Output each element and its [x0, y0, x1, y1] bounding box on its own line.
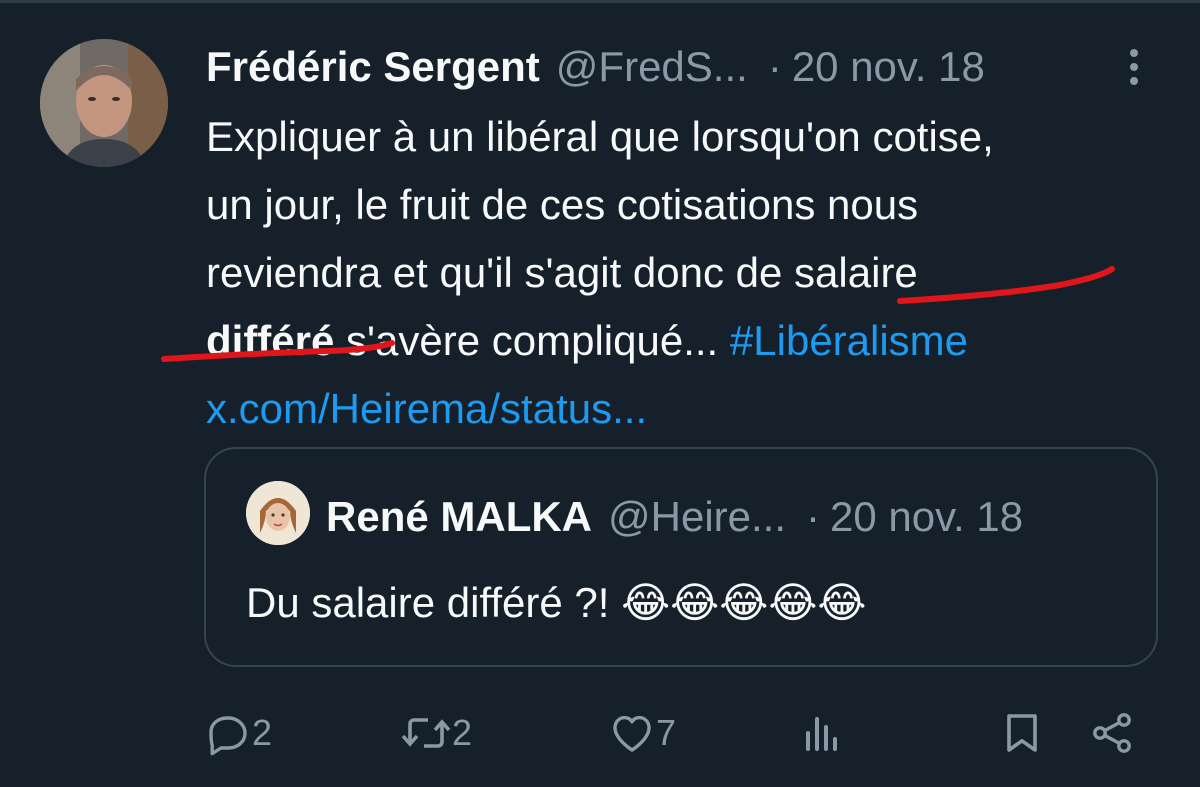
quoted-header: René MALKA @Heire... · 20 nov. 18 [326, 493, 1023, 541]
views-icon [806, 717, 837, 751]
bold-word: différé [206, 317, 335, 364]
author-avatar[interactable] [40, 39, 168, 167]
repost-icon [401, 718, 451, 748]
repost-count: 2 [452, 712, 473, 753]
like-count: 7 [656, 712, 677, 753]
author-name[interactable]: Frédéric Sergent [206, 43, 540, 91]
repost-button[interactable]: 2 [400, 703, 472, 763]
like-icon [613, 715, 651, 752]
separator-dot: · [806, 493, 821, 540]
more-icon[interactable] [1122, 47, 1146, 87]
views-button[interactable] [798, 703, 846, 763]
quoted-date: 20 nov. 18 [830, 493, 1024, 540]
bookmark-button[interactable] [998, 703, 1046, 763]
quoted-text: Du salaire différé ?! 😂😂😂😂😂 [246, 579, 867, 626]
tweet-screen: Frédéric Sergent @FredS... · 20 nov. 18 … [0, 0, 1200, 787]
quoted-author-handle: @Heire... [608, 493, 787, 540]
tweet-date[interactable]: 20 nov. 18 [792, 43, 985, 91]
reply-count: 2 [252, 712, 273, 753]
tweet-text-segment: s'avère compliqué... [334, 317, 730, 364]
tweet-text-line: reviendra et qu'il s'agit donc de salair… [206, 249, 918, 296]
bookmark-icon [1007, 714, 1037, 752]
tweet-text-line: Expliquer à un libéral que lorsqu'on cot… [206, 113, 994, 160]
quoted-url-link[interactable]: x.com/Heirema/status... [206, 375, 1156, 443]
quoted-author-name: René MALKA [326, 493, 593, 540]
hashtag-link[interactable]: #Libéralisme [730, 317, 968, 364]
tweet-text-line: différé s'avère compliqué... #Libéralism… [206, 307, 1156, 375]
tweet-body: Expliquer à un libéral que lorsqu'on cot… [206, 103, 1156, 443]
quoted-author-avatar [246, 481, 310, 545]
tweet-text-line: un jour, le fruit de ces cotisations nou… [206, 181, 919, 228]
reply-button[interactable]: 2 [204, 703, 272, 763]
reply-icon [209, 716, 247, 756]
separator-dot: · [767, 43, 782, 90]
like-button[interactable]: 7 [608, 703, 676, 763]
tweet-header: Frédéric Sergent @FredS... · 20 nov. 18 [206, 43, 985, 91]
author-handle[interactable]: @FredS... [556, 43, 748, 91]
tweet-actions: 2 2 7 [204, 703, 1144, 763]
share-button[interactable] [1088, 703, 1136, 763]
quoted-tweet[interactable]: René MALKA @Heire... · 20 nov. 18 Du sal… [204, 447, 1158, 667]
share-icon [1093, 713, 1131, 753]
